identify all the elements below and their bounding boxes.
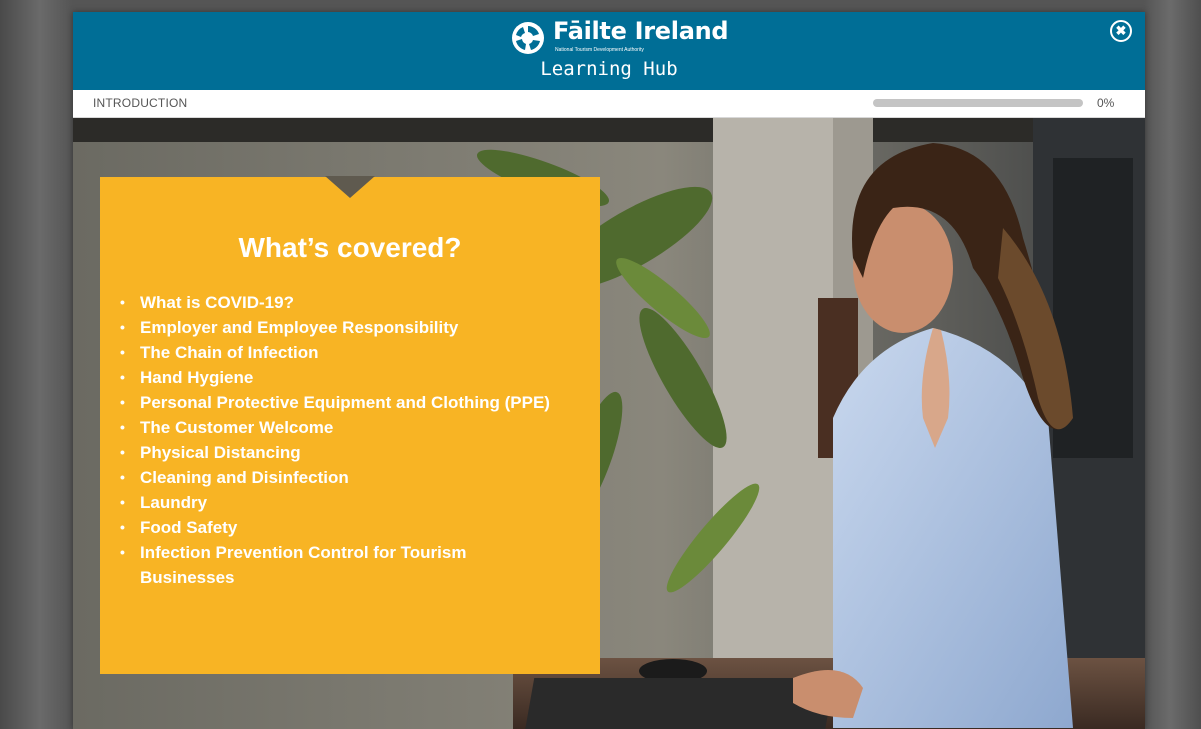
hub-title: Learning Hub xyxy=(540,58,678,80)
bullet-icon: • xyxy=(120,419,125,435)
whats-covered-card: What’s covered? • What is COVID-19? • Emplo… xyxy=(100,176,600,674)
topic-item: • Infection Prevention Control for Touris… xyxy=(120,540,560,590)
topic-item: • What is COVID-19? xyxy=(120,290,560,315)
bullet-icon: • xyxy=(120,319,125,335)
topic-label: Laundry xyxy=(140,493,208,512)
bullet-icon: • xyxy=(120,394,125,410)
course-player: Fāilte Ireland National Tourism Developm… xyxy=(73,12,1145,729)
bullet-icon: • xyxy=(120,494,125,510)
close-icon: ✖ xyxy=(1115,23,1127,38)
topic-label: Cleaning and Disinfection xyxy=(140,468,349,487)
topic-label: Infection Prevention Control for Tourism… xyxy=(140,543,467,587)
bullet-icon: • xyxy=(120,444,125,460)
topic-item: • Food Safety xyxy=(120,515,560,540)
topic-label: Food Safety xyxy=(140,518,238,537)
bullet-icon: • xyxy=(120,369,125,385)
brand-name: Fāilte Ireland xyxy=(553,17,729,45)
brand-tagline: National Tourism Development Authority xyxy=(555,47,644,53)
topic-item: • Employer and Employee Responsibility xyxy=(120,315,560,340)
progress-track xyxy=(873,99,1083,107)
slide-scene: What’s covered? • What is COVID-19? • Emplo… xyxy=(73,118,1145,729)
card-notch xyxy=(325,176,375,198)
failte-ireland-logo: Fāilte Ireland National Tourism Developm… xyxy=(511,17,729,57)
topic-label: Personal Protective Equipment and Clothi… xyxy=(140,393,550,412)
topic-item: • The Chain of Infection xyxy=(120,340,560,365)
close-button[interactable]: ✖ xyxy=(1110,20,1132,42)
topic-label: The Chain of Infection xyxy=(140,343,319,362)
topic-item: • Cleaning and Disinfection xyxy=(120,465,560,490)
topic-label: Employer and Employee Responsibility xyxy=(140,318,459,337)
topic-label: Hand Hygiene xyxy=(140,368,254,387)
topic-item: • Personal Protective Equipment and Cloth… xyxy=(120,390,560,415)
bullet-icon: • xyxy=(120,544,125,560)
topic-item: • The Customer Welcome xyxy=(120,415,560,440)
bullet-icon: • xyxy=(120,519,125,535)
bullet-icon: • xyxy=(120,469,125,485)
progress-strip: INTRODUCTION 0% xyxy=(73,90,1145,118)
topic-item: • Laundry xyxy=(120,490,560,515)
topic-item: • Physical Distancing xyxy=(120,440,560,465)
topic-list: • What is COVID-19? • Employer and Employee… xyxy=(120,290,560,590)
failte-ireland-logo-icon xyxy=(512,22,544,54)
progress-percent: 0% xyxy=(1097,96,1115,110)
topic-label: Physical Distancing xyxy=(140,443,301,462)
topic-label: What is COVID-19? xyxy=(140,293,294,312)
bullet-icon: • xyxy=(120,294,125,310)
topic-label: The Customer Welcome xyxy=(140,418,334,437)
section-label: INTRODUCTION xyxy=(93,96,188,110)
card-title: What’s covered? xyxy=(238,232,462,263)
topic-item: • Hand Hygiene xyxy=(120,365,560,390)
bullet-icon: • xyxy=(120,344,125,360)
header-bar: Fāilte Ireland National Tourism Developm… xyxy=(73,12,1145,90)
